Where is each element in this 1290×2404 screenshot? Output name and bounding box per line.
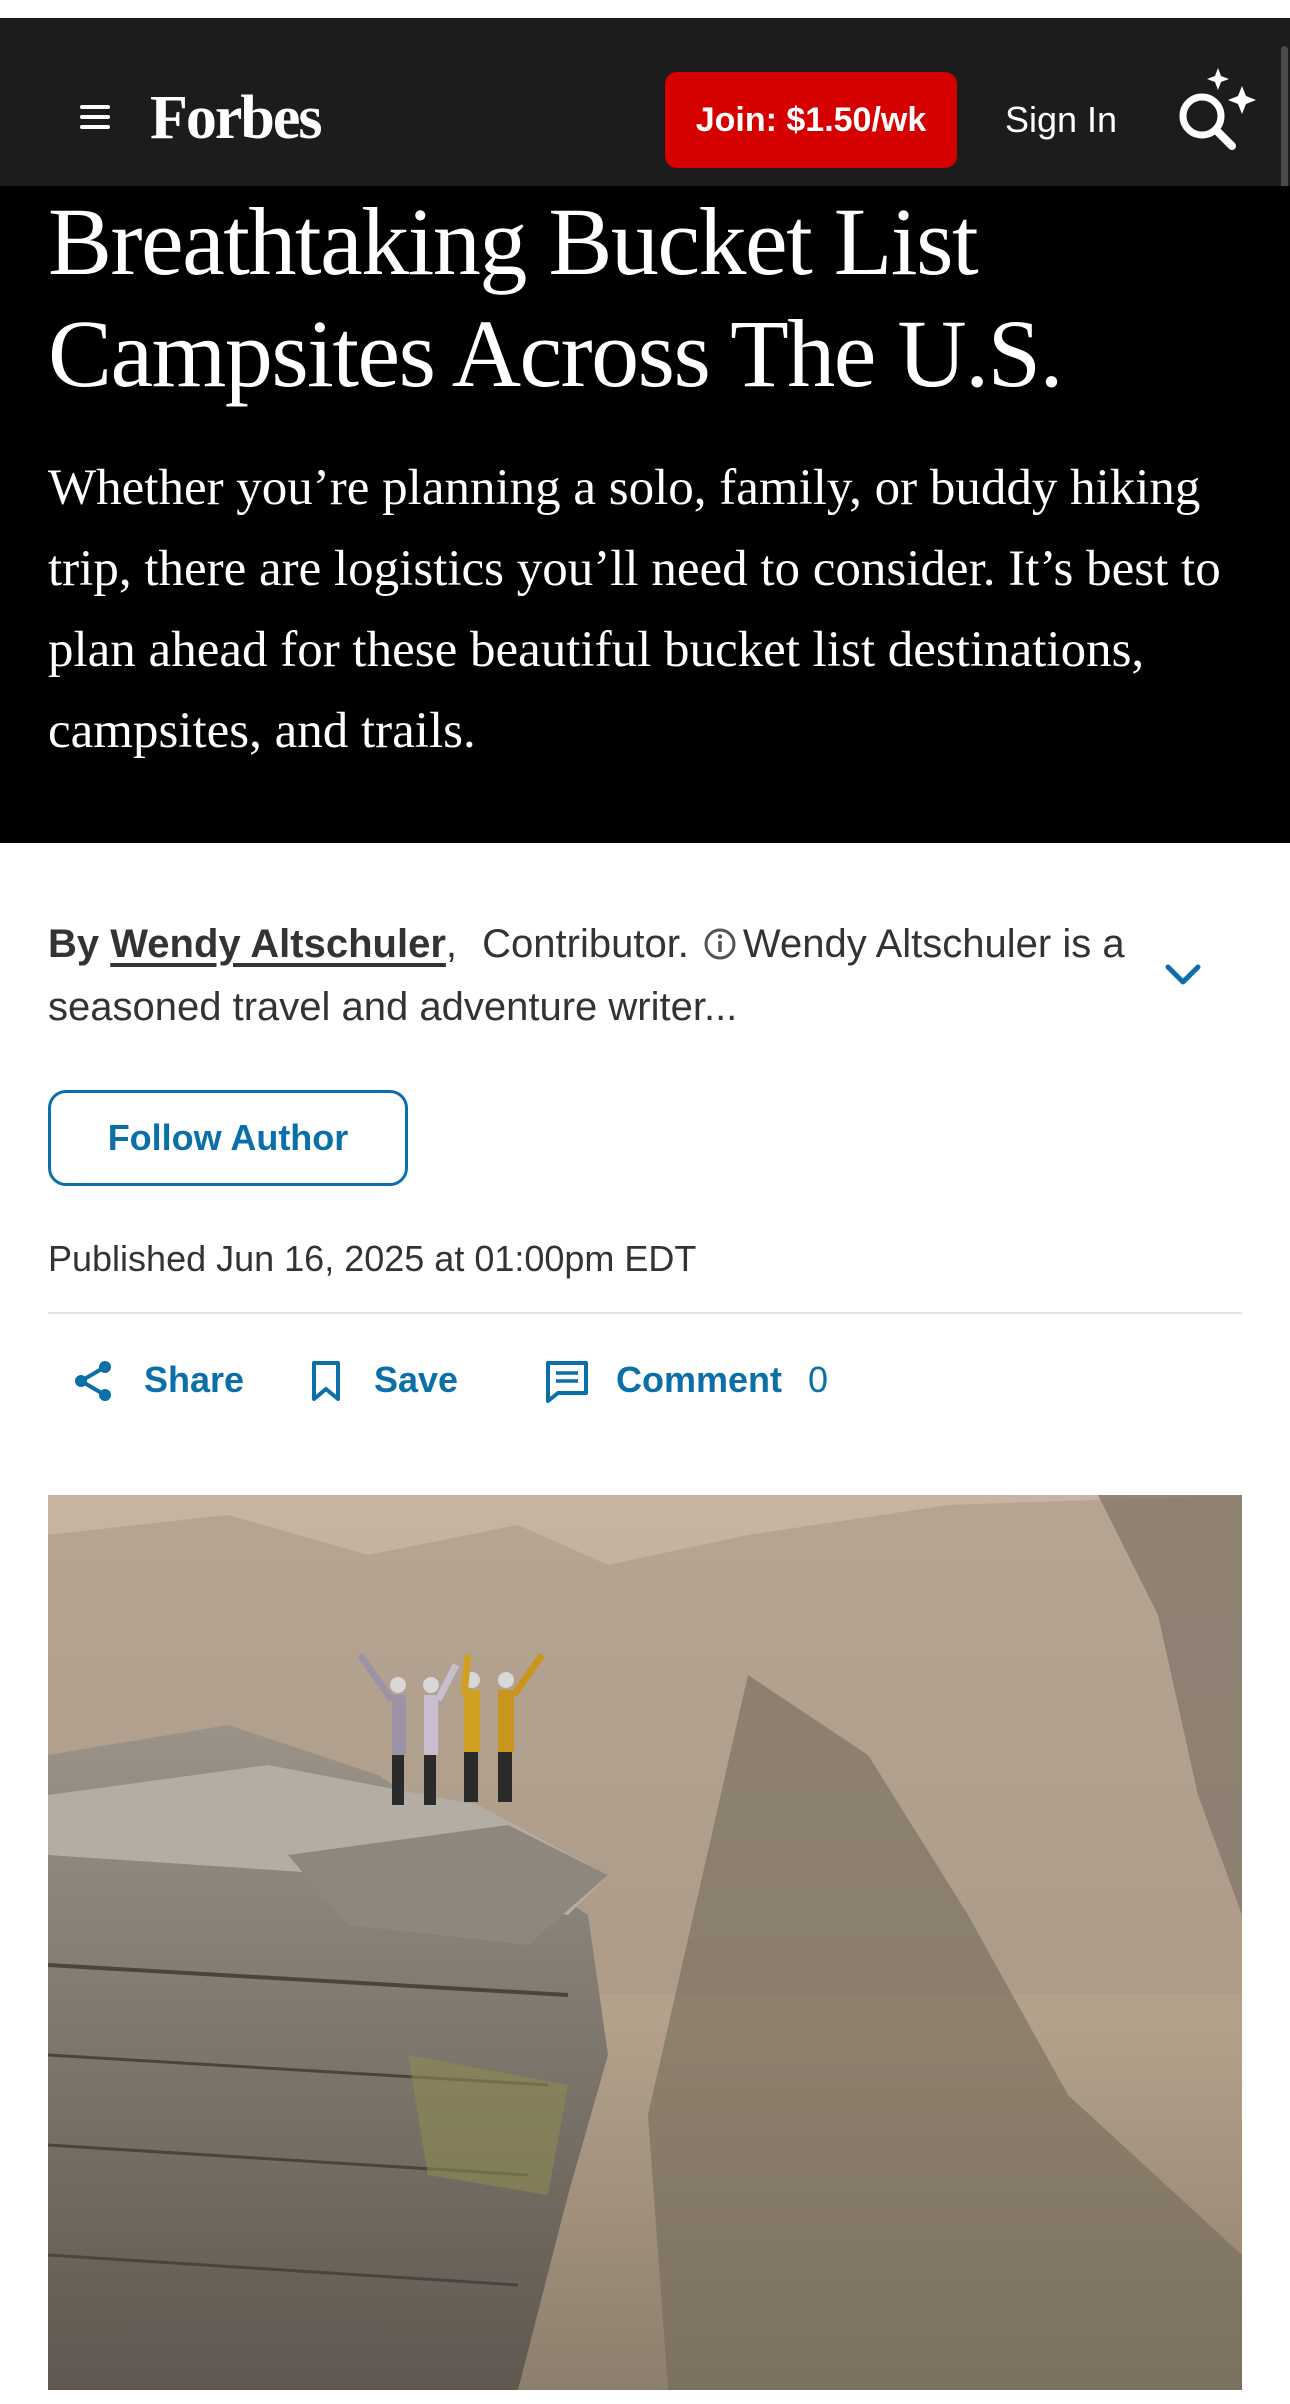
share-icon xyxy=(75,1361,111,1401)
author-byline: By Wendy Altschuler, Contributor. Wendy A… xyxy=(48,913,1128,1039)
hero-image xyxy=(48,1495,1242,2390)
author-name-link[interactable]: Wendy Altschuler xyxy=(110,922,446,966)
published-date: Published Jun 16, 2025 at 01:00pm EDT xyxy=(48,1238,697,1279)
byline-prefix: By xyxy=(48,922,100,966)
share-label: Share xyxy=(144,1359,245,1400)
comment-button[interactable]: Comment 0 xyxy=(544,1345,854,1415)
search-sparkle-icon[interactable] xyxy=(1172,66,1258,156)
bookmark-icon xyxy=(312,1361,340,1401)
scrollbar[interactable] xyxy=(1281,46,1288,190)
comment-icon xyxy=(546,1361,588,1403)
article-hero: Breathtaking Bucket List Campsites Acros… xyxy=(0,186,1290,843)
status-bar xyxy=(0,0,1290,18)
comment-count: 0 xyxy=(808,1359,829,1400)
join-subscription-button[interactable]: Join: $1.50/wk xyxy=(665,72,957,168)
follow-author-button[interactable]: Follow Author xyxy=(48,1090,408,1186)
divider xyxy=(48,1312,1242,1314)
article-dek: Whether you’re planning a solo, family, … xyxy=(48,460,1221,759)
comment-label: Comment xyxy=(616,1359,783,1400)
save-button[interactable]: Save xyxy=(306,1345,476,1415)
info-icon[interactable] xyxy=(703,927,737,961)
chevron-down-icon[interactable] xyxy=(1160,955,1206,995)
byline-comma: , xyxy=(445,922,458,966)
author-role: Contributor. xyxy=(482,922,689,966)
top-navigation-bar: Forbes Join: $1.50/wk Sign In xyxy=(0,18,1290,190)
article-headline: Breathtaking Bucket List Campsites Acros… xyxy=(48,188,1064,407)
save-label: Save xyxy=(374,1359,459,1400)
forbes-logo[interactable]: Forbes xyxy=(150,76,323,160)
hamburger-menu-icon[interactable] xyxy=(76,103,116,133)
sign-in-link[interactable]: Sign In xyxy=(1005,90,1117,150)
share-button[interactable]: Share xyxy=(72,1345,252,1415)
